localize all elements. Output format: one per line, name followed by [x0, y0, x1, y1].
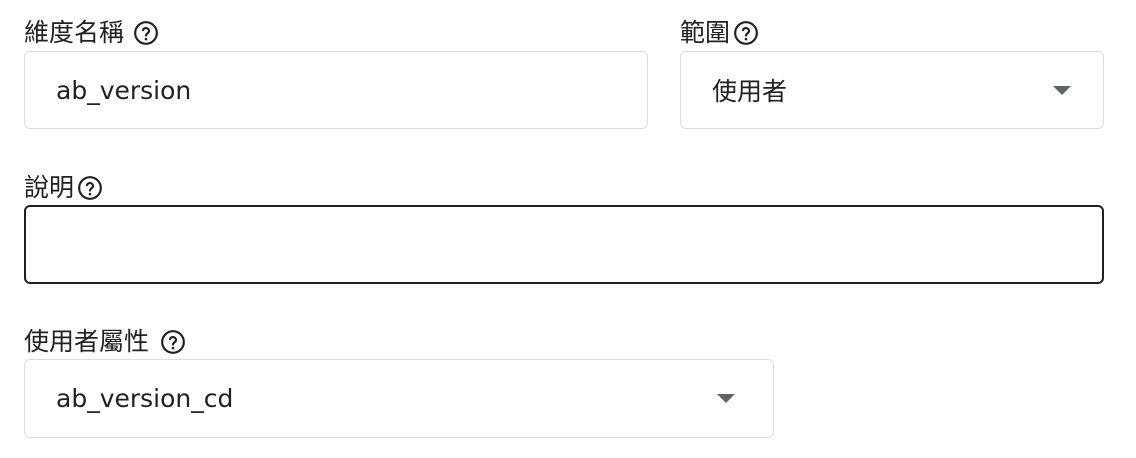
scope-label-text: 範圍 — [680, 18, 731, 47]
arrow-drop-down-icon — [717, 394, 735, 403]
dimension-name-input[interactable]: ab_version — [24, 51, 648, 129]
help-circle-icon[interactable] — [76, 174, 104, 202]
scope-selected-value: 使用者 — [712, 77, 788, 106]
help-circle-icon[interactable] — [132, 19, 160, 47]
dimension-name-label-text: 維度名稱 — [24, 18, 125, 47]
description-input[interactable] — [24, 205, 1104, 284]
help-circle-icon[interactable] — [732, 19, 760, 47]
description-label: 說明 — [24, 173, 104, 203]
dimension-name-label: 維度名稱 — [24, 18, 160, 48]
scope-label: 範圍 — [680, 18, 760, 48]
scope-select[interactable]: 使用者 — [680, 51, 1104, 129]
user-property-select[interactable]: ab_version_cd — [24, 359, 774, 438]
arrow-drop-down-icon — [1053, 85, 1071, 95]
description-label-text: 說明 — [24, 173, 75, 202]
user-property-label-text: 使用者屬性 — [24, 327, 150, 356]
user-property-selected-value: ab_version_cd — [56, 384, 234, 413]
user-property-label: 使用者屬性 — [24, 327, 187, 357]
help-circle-icon[interactable] — [159, 328, 187, 356]
dimension-name-value: ab_version — [56, 75, 192, 105]
